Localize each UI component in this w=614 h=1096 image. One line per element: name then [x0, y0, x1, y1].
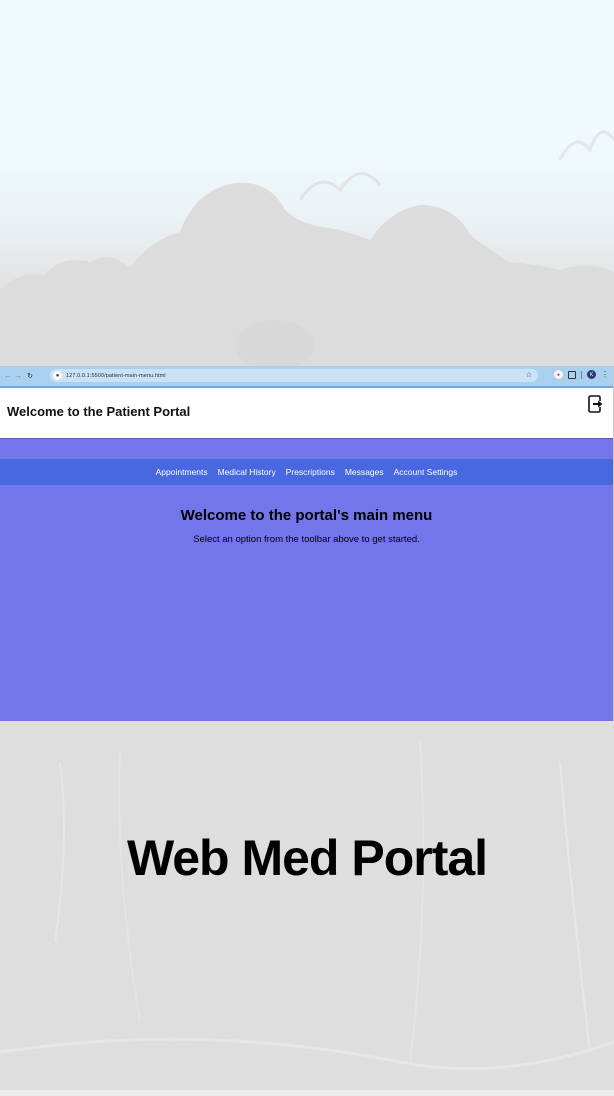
reload-icon[interactable]: ↻ [25, 372, 35, 380]
address-bar[interactable]: ● 127.0.0.1:5500/patient-main-menu.html … [50, 369, 538, 382]
toolbar-link-appointments[interactable]: Appointments [156, 467, 208, 477]
toolbar-link-medical-history[interactable]: Medical History [218, 467, 276, 477]
toolbar-link-prescriptions[interactable]: Prescriptions [286, 467, 335, 477]
bottom-banner: Web Med Portal [0, 722, 614, 1090]
logout-icon[interactable] [588, 395, 604, 413]
bottom-strip [0, 1090, 614, 1096]
toolbar-divider [581, 370, 582, 379]
top-background-photo [0, 0, 614, 366]
forward-arrow-icon[interactable]: → [13, 373, 23, 380]
toolbar-link-account-settings[interactable]: Account Settings [394, 467, 458, 477]
extension-icon[interactable]: ● [554, 370, 563, 379]
browser-toolbar: ← → ↻ ● 127.0.0.1:5500/patient-main-menu… [0, 366, 613, 388]
page-header: Welcome to the Patient Portal [0, 388, 613, 439]
profile-avatar[interactable]: K [587, 370, 596, 379]
extensions-puzzle-icon[interactable] [568, 370, 576, 379]
main-subtext: Select an option from the toolbar above … [193, 534, 420, 545]
kebab-menu-icon[interactable]: ⋮ [601, 370, 609, 379]
main-toolbar: Appointments Medical History Prescriptio… [0, 459, 613, 485]
browser-actions: ● K ⋮ [554, 370, 609, 379]
banner-title: Web Med Portal [126, 830, 488, 886]
back-arrow-icon[interactable]: ← [3, 373, 13, 380]
site-info-icon[interactable]: ● [53, 371, 62, 380]
toolbar-link-messages[interactable]: Messages [345, 467, 384, 477]
main-heading: Welcome to the portal's main menu [180, 507, 433, 524]
browser-window: ← → ↻ ● 127.0.0.1:5500/patient-main-menu… [0, 366, 614, 721]
texture-background-image [0, 741, 614, 1071]
star-icon[interactable]: ☆ [526, 371, 532, 379]
crowd-silhouette-image [0, 130, 614, 366]
page-title: Welcome to the Patient Portal [7, 404, 191, 419]
url-text: 127.0.0.1:5500/patient-main-menu.html [66, 372, 166, 379]
